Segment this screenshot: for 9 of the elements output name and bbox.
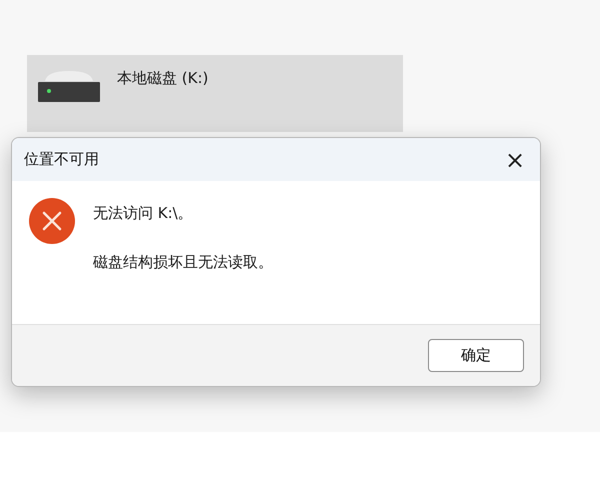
message-text: 磁盘结构损坏且无法读取。	[93, 252, 273, 272]
drive-label: 本地磁盘 (K:)	[117, 68, 208, 89]
drive-icon	[37, 69, 101, 105]
error-icon	[28, 197, 76, 245]
drive-tile[interactable]: 本地磁盘 (K:)	[27, 55, 403, 132]
close-button[interactable]: ×	[500, 144, 530, 174]
ok-button[interactable]: 确定	[428, 339, 524, 372]
message-text: 无法访问 K:\。	[93, 203, 194, 224]
dialog-title: 位置不可用	[24, 149, 99, 170]
